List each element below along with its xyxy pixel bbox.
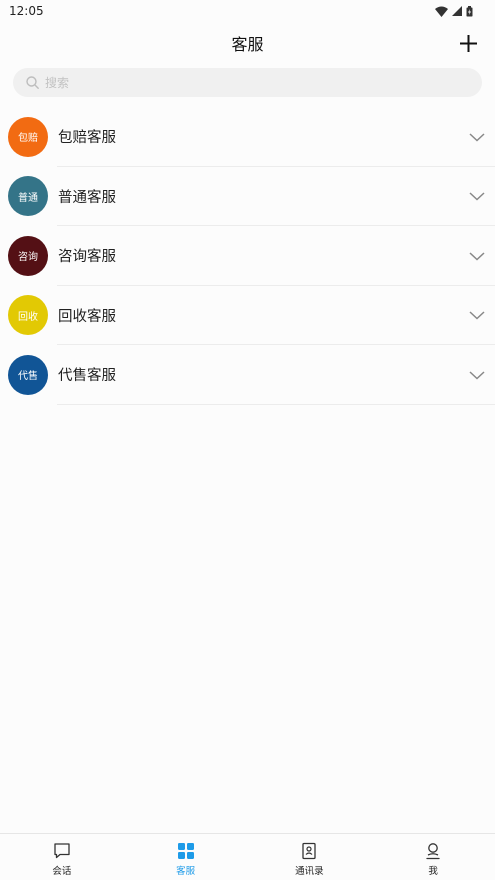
wifi-icon bbox=[435, 6, 448, 17]
status-time: 12:05 bbox=[9, 4, 44, 18]
tab-chat[interactable]: 会话 bbox=[22, 834, 102, 877]
chevron-down-icon[interactable] bbox=[468, 187, 486, 205]
add-button[interactable] bbox=[455, 30, 481, 56]
avatar: 普通 bbox=[8, 176, 48, 217]
tab-me[interactable]: 我 bbox=[393, 834, 473, 877]
avatar: 咨询 bbox=[8, 235, 48, 276]
chevron-down-icon[interactable] bbox=[468, 128, 486, 146]
list-item-zixun[interactable]: 咨询 咨询客服 bbox=[0, 226, 495, 286]
contacts-book-icon bbox=[302, 842, 317, 860]
signal-icon bbox=[452, 6, 462, 16]
page-title: 客服 bbox=[231, 35, 264, 54]
list-item-label: 代售客服 bbox=[58, 368, 116, 385]
tab-label: 会话 bbox=[52, 866, 72, 877]
list-item-baopei[interactable]: 包赔 包赔客服 bbox=[0, 107, 495, 167]
status-bar: 12:05 bbox=[0, 0, 495, 22]
list-item-putong[interactable]: 普通 普通客服 bbox=[0, 167, 495, 227]
chevron-down-icon[interactable] bbox=[468, 366, 486, 384]
search-icon bbox=[26, 76, 39, 89]
tab-label: 我 bbox=[428, 866, 438, 877]
battery-icon bbox=[466, 5, 473, 16]
avatar: 代售 bbox=[8, 354, 48, 395]
status-icons bbox=[435, 5, 473, 17]
avatar: 回收 bbox=[8, 295, 48, 336]
list-item-label: 回收客服 bbox=[58, 308, 116, 325]
search-bar[interactable] bbox=[13, 68, 482, 97]
tab-label: 通讯录 bbox=[295, 866, 324, 877]
search-input[interactable] bbox=[45, 75, 445, 90]
list-item-huishou[interactable]: 回收 回收客服 bbox=[0, 286, 495, 346]
list-item-label: 普通客服 bbox=[58, 189, 116, 206]
chevron-down-icon[interactable] bbox=[468, 306, 486, 324]
list-item-label: 包赔客服 bbox=[58, 130, 116, 147]
tab-label: 客服 bbox=[176, 866, 196, 877]
tab-service[interactable]: 客服 bbox=[146, 834, 226, 877]
plus-icon bbox=[459, 34, 477, 52]
grid-icon bbox=[177, 843, 194, 859]
app-screen: 12:05 客服 搜索 包赔 包赔客服 普通 普通客服 咨询 咨询客服 回收 回… bbox=[0, 0, 495, 880]
chat-bubble-icon bbox=[54, 843, 70, 859]
user-icon bbox=[426, 843, 440, 860]
bottom-tab-bar: 会话 客服 通讯录 我 bbox=[0, 833, 495, 880]
list-item-label: 咨询客服 bbox=[58, 249, 116, 266]
service-list: 包赔 包赔客服 普通 普通客服 咨询 咨询客服 回收 回收客服 代售 代售客服 bbox=[0, 107, 495, 405]
chevron-down-icon[interactable] bbox=[468, 247, 486, 265]
tab-contacts[interactable]: 通讯录 bbox=[269, 834, 349, 877]
list-item-daishou[interactable]: 代售 代售客服 bbox=[0, 345, 495, 405]
title-bar: 客服 bbox=[0, 22, 495, 64]
avatar: 包赔 bbox=[8, 116, 48, 157]
